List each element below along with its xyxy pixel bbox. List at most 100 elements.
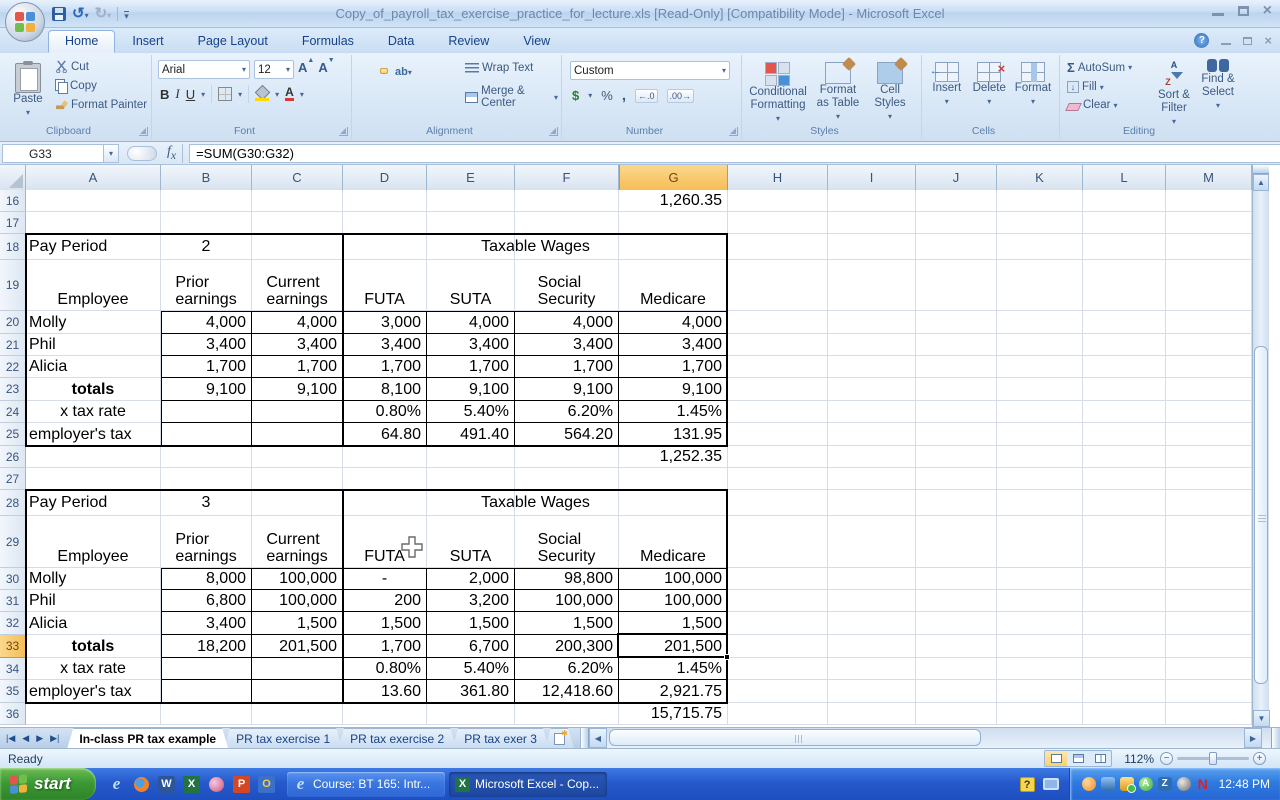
cell-B16[interactable]	[161, 190, 252, 212]
font-family-dropdown-icon[interactable]: ▾	[242, 65, 246, 74]
row-header-21[interactable]: 21	[0, 334, 26, 356]
cell-K19[interactable]	[997, 260, 1083, 311]
page-break-view-button[interactable]	[1089, 751, 1111, 766]
cell-G18[interactable]	[619, 234, 728, 260]
cell-L25[interactable]	[1083, 423, 1166, 446]
delete-cells-button[interactable]: Delete ▾	[968, 60, 1011, 110]
cell-J27[interactable]	[916, 468, 997, 490]
cell-L20[interactable]	[1083, 311, 1166, 334]
zoom-out-button[interactable]: −	[1160, 752, 1173, 765]
cell-I35[interactable]	[828, 680, 916, 703]
cell-H19[interactable]	[728, 260, 828, 311]
increase-indent-button[interactable]	[402, 88, 410, 94]
cell-A26[interactable]	[26, 446, 161, 468]
cell-L30[interactable]	[1083, 568, 1166, 590]
taskbar-window-excel[interactable]: X Microsoft Excel - Cop...	[449, 772, 607, 797]
cell-I22[interactable]	[828, 356, 916, 378]
cell-F36[interactable]	[515, 703, 619, 725]
cell-G34[interactable]: 1.45%	[619, 658, 728, 680]
cell-F21[interactable]: 3,400	[515, 334, 619, 356]
cell-I31[interactable]	[828, 590, 916, 612]
cell-G16[interactable]: 1,260.35	[619, 190, 728, 212]
merge-center-button[interactable]: Merge & Center ▾	[462, 84, 561, 110]
cell-M16[interactable]	[1166, 190, 1252, 212]
sort-filter-button[interactable]: AZ Sort & Filter ▾	[1152, 57, 1196, 130]
cell-F32[interactable]: 1,500	[515, 612, 619, 635]
orientation-button[interactable]: ab▾	[391, 59, 416, 83]
cell-F17[interactable]	[515, 212, 619, 234]
cell-D25[interactable]: 64.80	[343, 423, 427, 446]
cell-J16[interactable]	[916, 190, 997, 212]
row-header-20[interactable]: 20	[0, 311, 26, 334]
bold-button[interactable]: B	[160, 87, 169, 102]
cell-G20[interactable]: 4,000	[619, 311, 728, 334]
cell-B36[interactable]	[161, 703, 252, 725]
cell-H32[interactable]	[728, 612, 828, 635]
row-header-34[interactable]: 34	[0, 658, 26, 680]
cell-C31[interactable]: 100,000	[252, 590, 343, 612]
cell-G30[interactable]: 100,000	[619, 568, 728, 590]
cell-L31[interactable]	[1083, 590, 1166, 612]
cell-L18[interactable]	[1083, 234, 1166, 260]
column-header-E[interactable]: E	[427, 165, 515, 190]
find-select-button[interactable]: Find & Select ▾	[1196, 57, 1240, 130]
font-color-icon[interactable]: A	[285, 87, 294, 101]
cell-L33[interactable]	[1083, 635, 1166, 658]
normal-view-button[interactable]	[1045, 751, 1067, 766]
cell-A21[interactable]: Phil	[26, 334, 161, 356]
firefox-icon[interactable]	[133, 776, 150, 793]
cell-F30[interactable]: 98,800	[515, 568, 619, 590]
tray-tools-icon[interactable]	[1101, 777, 1115, 791]
cell-I29[interactable]	[828, 516, 916, 568]
cell-A34[interactable]: x tax rate	[26, 658, 161, 680]
cell-D17[interactable]	[343, 212, 427, 234]
horizontal-scroll-thumb[interactable]	[609, 729, 981, 746]
cell-F27[interactable]	[515, 468, 619, 490]
cell-H22[interactable]	[728, 356, 828, 378]
cell-A16[interactable]	[26, 190, 161, 212]
cell-M30[interactable]	[1166, 568, 1252, 590]
borders-dropdown-icon[interactable]: ▾	[238, 90, 242, 99]
cell-L22[interactable]	[1083, 356, 1166, 378]
cell-E35[interactable]: 361.80	[427, 680, 515, 703]
cell-A17[interactable]	[26, 212, 161, 234]
cell-I18[interactable]	[828, 234, 916, 260]
format-as-table-dropdown-icon[interactable]: ▾	[836, 110, 840, 123]
cell-I33[interactable]	[828, 635, 916, 658]
cell-A33[interactable]: totals	[26, 635, 161, 658]
workbook-minimize-button[interactable]	[1221, 37, 1231, 45]
cell-B33[interactable]: 18,200	[161, 635, 252, 658]
tray-messenger-icon[interactable]	[1082, 777, 1096, 791]
cell-L16[interactable]	[1083, 190, 1166, 212]
cell-D20[interactable]: 3,000	[343, 311, 427, 334]
cell-H35[interactable]	[728, 680, 828, 703]
zoom-level[interactable]: 112%	[1124, 752, 1154, 766]
cell-J30[interactable]	[916, 568, 997, 590]
cell-E26[interactable]	[427, 446, 515, 468]
cell-E22[interactable]: 1,700	[427, 356, 515, 378]
insert-function-icon[interactable]: fx	[167, 144, 176, 162]
cell-B17[interactable]	[161, 212, 252, 234]
tray-netware-icon[interactable]: N	[1196, 777, 1210, 791]
cell-B26[interactable]	[161, 446, 252, 468]
cell-M33[interactable]	[1166, 635, 1252, 658]
workbook-restore-button[interactable]	[1243, 37, 1252, 45]
cell-E34[interactable]: 5.40%	[427, 658, 515, 680]
font-family-combo[interactable]: Arial▾	[158, 60, 250, 79]
cell-D18[interactable]: Taxable Wages	[343, 234, 427, 260]
scroll-up-icon[interactable]: ▲	[1253, 174, 1269, 191]
cell-K28[interactable]	[997, 490, 1083, 516]
cell-B32[interactable]: 3,400	[161, 612, 252, 635]
conditional-formatting-button[interactable]: Conditional Formatting ▾	[746, 60, 810, 127]
cut-button[interactable]: Cut	[52, 59, 150, 74]
cell-E19[interactable]: SUTA	[427, 260, 515, 311]
cell-I36[interactable]	[828, 703, 916, 725]
name-box[interactable]: G33	[2, 144, 104, 163]
cell-I26[interactable]	[828, 446, 916, 468]
cell-L17[interactable]	[1083, 212, 1166, 234]
column-header-B[interactable]: B	[161, 165, 252, 190]
paste-button[interactable]: Paste ▾	[6, 61, 50, 123]
cell-A19[interactable]: Employee	[26, 260, 161, 311]
cell-M29[interactable]	[1166, 516, 1252, 568]
cell-M35[interactable]	[1166, 680, 1252, 703]
